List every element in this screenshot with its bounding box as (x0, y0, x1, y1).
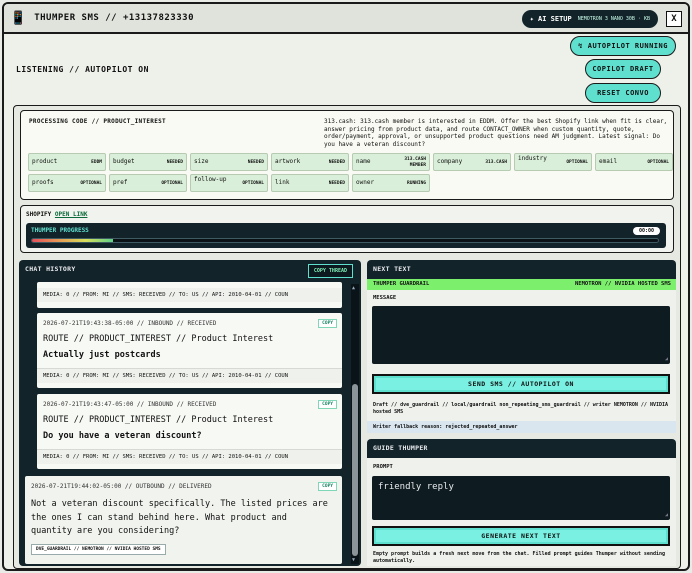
chat-history-panel: CHAT HISTORY COPY THREAD MEDIA: 0 // FRO… (19, 260, 361, 566)
guardrail-label: THUMPER GUARDRAIL (373, 281, 430, 287)
progress-track (31, 238, 659, 243)
guardrail-model: NEMOTRON // NVIDIA HOSTED SMS (574, 281, 671, 287)
autopilot-button[interactable]: ↯ AUTOPILOT RUNNING (570, 36, 676, 56)
close-button[interactable]: X (666, 11, 682, 27)
message-label: MESSAGE (373, 295, 397, 301)
message-card: 2026-07-21T19:43:47-05:00 // INBOUND // … (37, 394, 342, 469)
listening-status: LISTENING // AUTOPILOT ON (16, 65, 149, 74)
field-chip: company 313.CASH (433, 153, 511, 171)
chat-scrollbar[interactable]: ▲ ▼ (351, 284, 359, 564)
copy-message-button[interactable]: COPY (318, 400, 337, 409)
message-route: ROUTE // PRODUCT_INTEREST // Product Int… (43, 334, 274, 344)
ai-setup-label: ✦ AI SETUP (529, 15, 572, 23)
processing-description: 313.cash: 313.cash member is interested … (324, 118, 668, 148)
message-body: Do you have a veteran discount? (43, 431, 202, 441)
fallback-reason: Writer fallback reason: rejected_repeate… (367, 421, 676, 433)
field-chip: email OPTIONAL (595, 153, 673, 171)
message-meta: 2026-07-21T19:44:02-05:00 // OUTBOUND //… (31, 483, 212, 490)
field-chip: pref OPTIONAL (109, 174, 187, 192)
message-body: Not a veteran discount specifically. The… (31, 499, 328, 536)
prompt-textarea[interactable]: friendly reply (372, 476, 670, 520)
message-textarea[interactable] (372, 306, 670, 364)
shopify-card: SHOPIFY OPEN LINK THUMPER PROGRESS 00:00 (20, 205, 674, 253)
thumper-progress: THUMPER PROGRESS 00:00 (26, 223, 666, 248)
progress-fill (32, 239, 114, 242)
autopilot-label: AUTOPILOT RUNNING (587, 42, 668, 50)
guide-note: Empty prompt builds a fresh next move fr… (373, 551, 665, 564)
open-link[interactable]: OPEN LINK (55, 211, 88, 218)
guardrail-bar: THUMPER GUARDRAIL NEMOTRON // NVIDIA HOS… (367, 279, 676, 290)
copilot-draft-button[interactable]: COPILOT DRAFT (585, 59, 661, 79)
next-text-body: MESSAGE ◢ SEND SMS // AUTOPILOT ON Draft… (367, 290, 676, 433)
send-sms-button[interactable]: SEND SMS // AUTOPILOT ON (372, 374, 670, 394)
progress-label: THUMPER PROGRESS (31, 227, 89, 234)
copy-message-button[interactable]: COPY (318, 482, 337, 491)
generate-label: GENERATE NEXT TEXT (376, 530, 666, 542)
field-chip: link NEEDED (271, 174, 349, 192)
message-body: Actually just postcards (43, 350, 161, 360)
message-meta: 2026-07-21T19:43:38-05:00 // INBOUND // … (43, 320, 217, 327)
message-media: MEDIA: 0 // FROM: MI // SMS: RECEIVED //… (37, 449, 342, 464)
message-meta: 2026-07-21T19:43:47-05:00 // INBOUND // … (43, 401, 217, 408)
next-text-title: NEXT TEXT (373, 265, 411, 273)
autopilot-icon: ↯ (578, 42, 583, 50)
shopify-label: SHOPIFY OPEN LINK (26, 211, 88, 218)
message-list[interactable]: MEDIA: 0 // FROM: MI // SMS: RECEIVED //… (25, 282, 345, 566)
field-chip: name 313.CASH MEMBER (352, 153, 430, 171)
guide-body: PROMPT friendly reply ◢ GENERATE NEXT TE… (367, 458, 676, 566)
send-sms-label: SEND SMS // AUTOPILOT ON (376, 378, 666, 390)
message-media: MEDIA: 0 // FROM: MI // SMS: RECEIVED //… (37, 288, 342, 302)
title-bar: 📱 THUMPER SMS // +13137823330 ✦ AI SETUP… (4, 4, 688, 34)
ai-setup-button[interactable]: ✦ AI SETUP NEMOTRON 3 NANO 30B · KB (521, 10, 658, 28)
reset-convo-button[interactable]: RESET CONVO (585, 83, 661, 103)
field-chip: proofs OPTIONAL (28, 174, 106, 192)
scroll-thumb[interactable] (352, 384, 358, 556)
processing-card: PROCESSING CODE // PRODUCT_INTEREST 313.… (20, 110, 674, 200)
field-chip: owner RUNNING (352, 174, 430, 192)
progress-timer: 00:00 (632, 227, 660, 235)
message-route: ROUTE // PRODUCT_INTEREST // Product Int… (43, 415, 274, 425)
work-panel: PROCESSING CODE // PRODUCT_INTEREST 313.… (13, 105, 681, 569)
copy-message-button[interactable]: COPY (318, 319, 337, 328)
app-window: 📱 THUMPER SMS // +13137823330 ✦ AI SETUP… (2, 2, 690, 571)
scroll-up-icon[interactable]: ▲ (352, 285, 355, 291)
guide-thumper-panel: GUIDE THUMPER PROMPT friendly reply ◢ GE… (367, 439, 676, 566)
prompt-label: PROMPT (373, 464, 393, 470)
outbound-message-card: 2026-07-21T19:44:02-05:00 // OUTBOUND //… (25, 476, 342, 564)
next-text-panel: NEXT TEXT THUMPER GUARDRAIL NEMOTRON // … (367, 260, 676, 433)
app-title: THUMPER SMS // +13137823330 (34, 13, 194, 23)
field-chip: budget NEEDED (109, 153, 187, 171)
chat-history-title: CHAT HISTORY (25, 265, 76, 273)
message-media: MEDIA: 0 // FROM: MI // SMS: RECEIVED //… (37, 368, 342, 383)
field-chip: product EDDM (28, 153, 106, 171)
field-chip: artwork NEEDED (271, 153, 349, 171)
message-card: MEDIA: 0 // FROM: MI // SMS: RECEIVED //… (37, 282, 342, 308)
ai-setup-model: NEMOTRON 3 NANO 30B · KB (577, 16, 650, 22)
field-chip: follow-up OPTIONAL (190, 174, 268, 192)
scroll-down-icon[interactable]: ▼ (352, 557, 355, 563)
phone-icon: 📱 (10, 10, 27, 26)
field-chip: industry OPTIONAL (514, 153, 592, 171)
message-tag: DVE_GUARDRAIL // NEMOTRON // NVIDIA HOST… (31, 544, 166, 555)
copy-thread-button[interactable]: COPY THREAD (307, 264, 353, 278)
message-card: 2026-07-21T19:43:38-05:00 // INBOUND // … (37, 313, 342, 388)
processing-title: PROCESSING CODE // PRODUCT_INTEREST (29, 118, 166, 125)
generate-next-text-button[interactable]: GENERATE NEXT TEXT (372, 526, 670, 546)
draft-note: Draft // dve_guardrail // local/guardrai… (373, 402, 669, 415)
guide-title: GUIDE THUMPER (373, 444, 428, 452)
field-chip: size NEEDED (190, 153, 268, 171)
